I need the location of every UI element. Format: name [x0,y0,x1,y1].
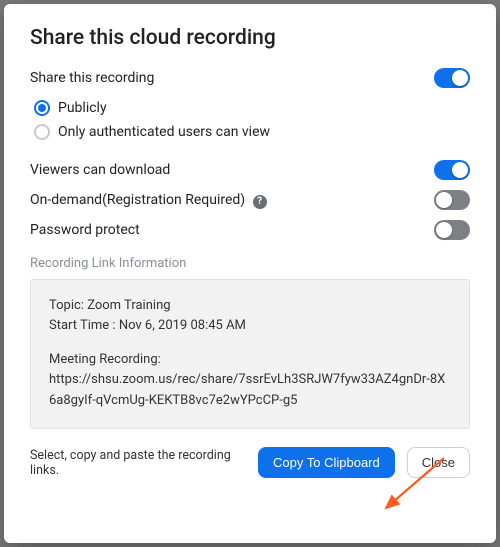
on-demand-label: On-demand(Registration Required) ? [30,192,267,209]
share-scope-radiogroup: Publicly Only authenticated users can vi… [34,100,470,148]
radio-publicly[interactable]: Publicly [34,100,470,116]
radio-authenticated-label: Only authenticated users can view [58,124,270,140]
info-topic-value: Zoom Training [87,298,170,313]
share-recording-row: Share this recording [30,68,470,88]
on-demand-row: On-demand(Registration Required) ? [30,190,470,210]
info-start-value: Nov 6, 2019 08:45 AM [119,318,246,333]
viewers-download-row: Viewers can download [30,160,470,180]
info-start-label: Start Time : [49,318,116,333]
info-topic-label: Topic: [49,298,84,313]
close-button[interactable]: Close [407,447,470,478]
info-recording-url: https://shsu.zoom.us/rec/share/7ssrEvLh3… [49,370,451,410]
viewers-download-toggle[interactable] [434,160,470,180]
password-protect-row: Password protect [30,220,470,240]
help-icon[interactable]: ? [253,195,267,209]
radio-authenticated[interactable]: Only authenticated users can view [34,124,470,140]
footer-hint: Select, copy and paste the recording lin… [30,448,246,478]
radio-publicly-label: Publicly [58,100,107,116]
modal-footer: Select, copy and paste the recording lin… [30,447,470,478]
link-info-section-label: Recording Link Information [30,256,470,271]
info-recording-label: Meeting Recording: [49,350,451,370]
share-recording-modal: Share this cloud recording Share this re… [4,4,496,543]
password-protect-toggle[interactable] [434,220,470,240]
share-recording-label: Share this recording [30,70,154,86]
info-recording-block: Meeting Recording: https://shsu.zoom.us/… [49,350,451,410]
radio-icon [34,100,50,116]
modal-title: Share this cloud recording [30,26,470,50]
on-demand-toggle[interactable] [434,190,470,210]
recording-link-info[interactable]: Topic: Zoom Training Start Time : Nov 6,… [30,279,470,429]
viewers-download-label: Viewers can download [30,162,170,178]
copy-to-clipboard-button[interactable]: Copy To Clipboard [258,447,395,478]
radio-icon [34,124,50,140]
share-recording-toggle[interactable] [434,68,470,88]
info-topic-block: Topic: Zoom Training Start Time : Nov 6,… [49,296,451,336]
password-protect-label: Password protect [30,222,140,238]
